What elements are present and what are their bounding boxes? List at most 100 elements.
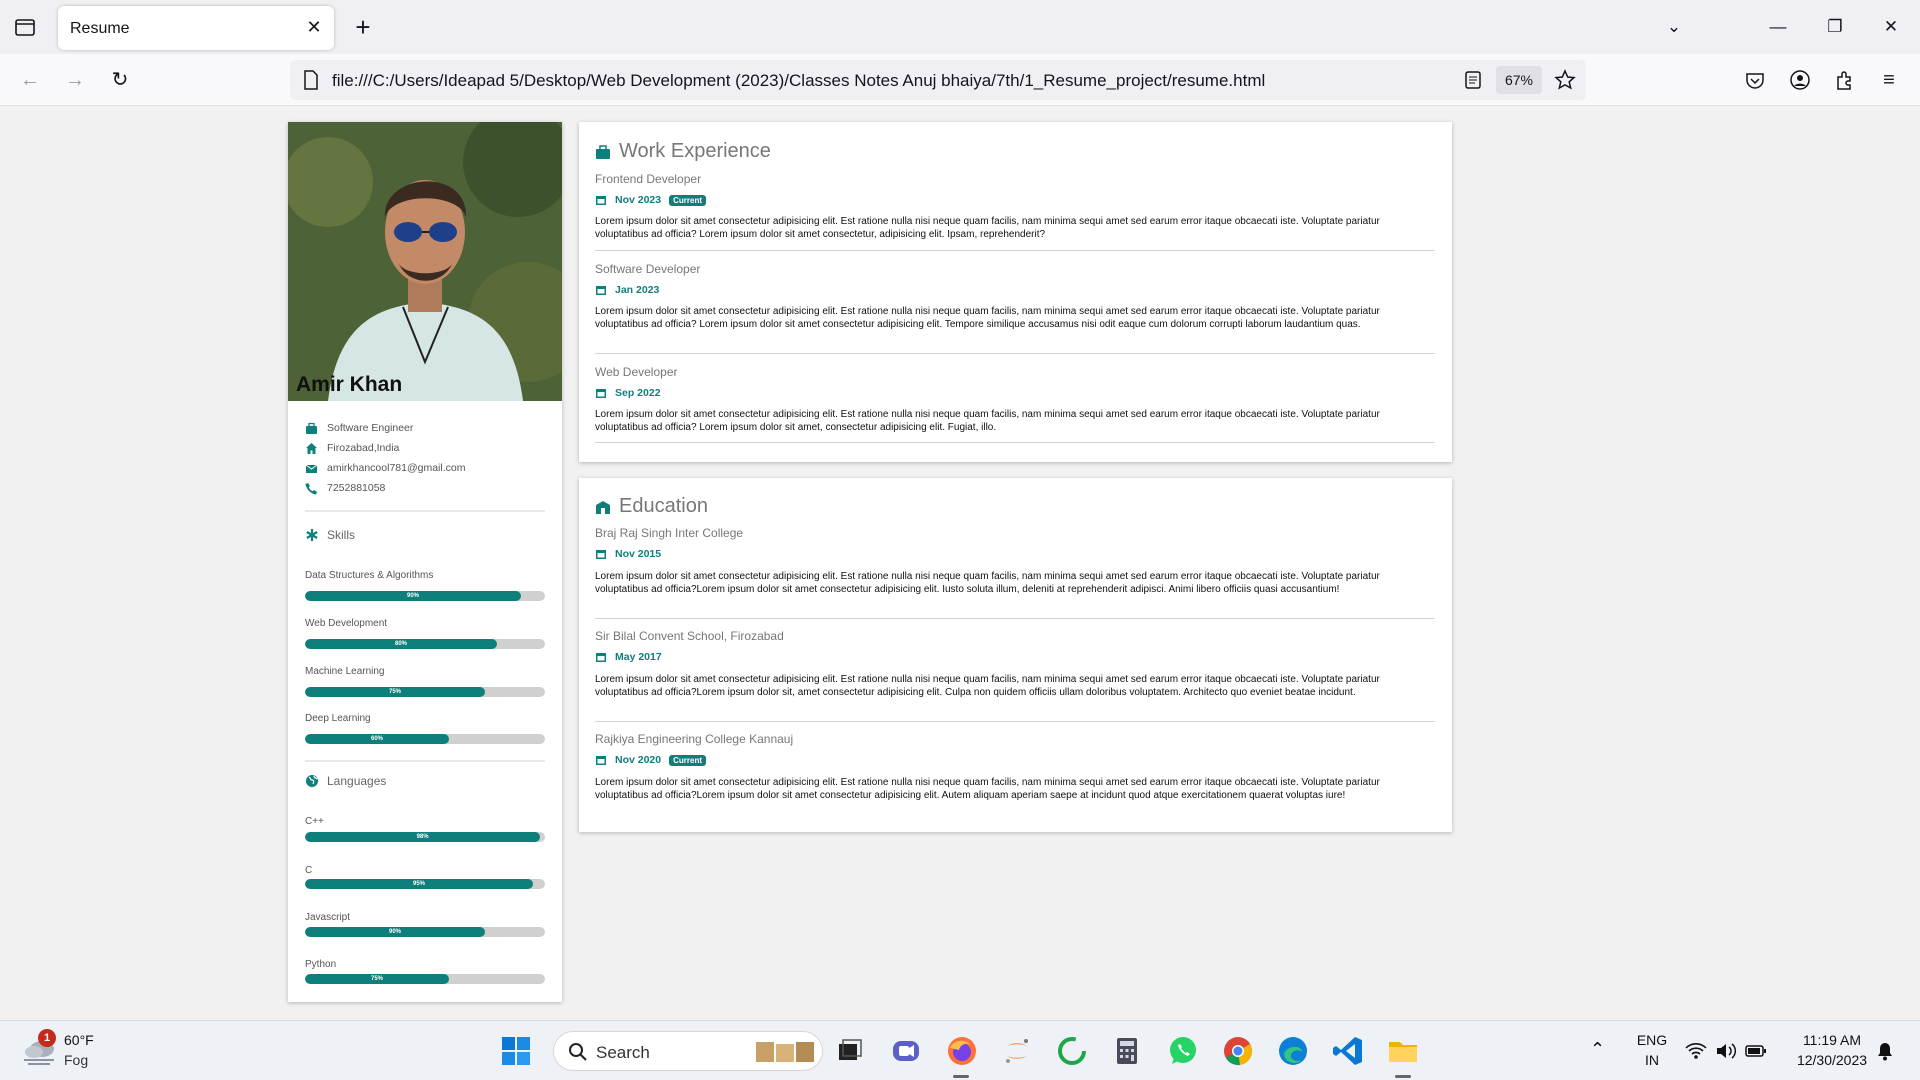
skill-bar-fill: 75% [305,687,485,697]
calendar-icon [596,389,606,398]
task-view-icon[interactable] [833,1034,867,1068]
info-location: Firozabad,India [305,440,399,456]
education-entry-date-text: Nov 2015 [615,548,662,560]
jupyter-icon[interactable] [1000,1034,1034,1068]
teams-chat-icon[interactable] [889,1034,923,1068]
forward-icon[interactable]: → [62,67,88,93]
extensions-icon[interactable] [1834,69,1856,91]
input-region[interactable]: IN [1632,1052,1672,1068]
languages-heading: Languages [305,774,386,788]
work-heading-text: Work Experience [619,140,771,162]
info-phone-text[interactable]: 7252881058 [327,482,385,494]
menu-icon[interactable]: ≡ [1876,67,1902,93]
calendar-icon [596,653,606,662]
calendar-icon [596,550,606,559]
url-text[interactable]: file:///C:/Users/Ideapad 5/Desktop/Web D… [332,71,1265,91]
education-entry-title: Sir Bilal Convent School, Firozabad [595,629,784,643]
refresh-app-icon[interactable] [1055,1034,1089,1068]
info-email-text[interactable]: amirkhancool781@gmail.com [327,462,465,474]
language-bar-fill: 90% [305,927,485,937]
page-icon [304,70,318,90]
close-window-icon[interactable]: ✕ [1878,14,1904,40]
work-entry-title: Frontend Developer [595,172,702,186]
language-label: Javascript [305,912,351,923]
reload-icon[interactable]: ↻ [107,67,133,93]
home-icon [306,442,317,454]
chevron-down-icon[interactable]: ⌄ [1661,14,1687,40]
work-entry-description: Lorem ipsum dolor sit amet consectetur a… [595,409,1380,433]
restore-icon[interactable]: ❐ [1822,14,1848,40]
minimize-icon[interactable]: — [1765,14,1791,40]
info-location-text: Firozabad,India [327,442,400,454]
work-entry-description: Lorem ipsum dolor sit amet consectetur a… [595,216,1380,240]
education-entry-description: Lorem ipsum dolor sit amet consectetur a… [595,674,1380,698]
search-icon [569,1043,587,1061]
current-badge: Current [669,754,707,766]
windows-start-icon[interactable] [499,1034,533,1068]
search-highlight-icon [756,1042,814,1062]
battery-icon[interactable] [1745,1043,1767,1059]
active-app-indicator [1395,1075,1411,1078]
work-entry-description: Lorem ipsum dolor sit amet consectetur a… [595,306,1380,330]
profile-photo: Amir Khan [288,122,562,401]
clock-date[interactable]: 12/30/2023 [1782,1052,1882,1068]
notification-bell-icon[interactable] [1876,1041,1894,1061]
calendar-icon [596,756,606,765]
briefcase-icon [306,422,317,434]
weather-condition[interactable]: Fog [64,1052,88,1068]
skill-label: Machine Learning [305,666,385,677]
back-icon[interactable]: ← [17,67,43,93]
new-tab-icon[interactable]: + [350,12,376,42]
work-entry-date-text: Sep 2022 [615,387,661,399]
input-language[interactable]: ENG [1632,1032,1672,1048]
language-bar-fill: 95% [305,879,533,889]
education-entry-date: Nov 2015 [595,547,661,561]
active-tab[interactable]: Resume ✕ [58,6,334,50]
show-hidden-icons-icon[interactable]: ⌃ [1590,1039,1605,1060]
briefcase-icon [596,144,610,159]
skill-bar: 60% [305,734,545,744]
work-entry-date-text: Jan 2023 [615,284,660,296]
tab-list-icon[interactable] [12,14,38,40]
entry-divider [595,353,1435,354]
volume-icon[interactable] [1715,1041,1737,1061]
chrome-icon[interactable] [1221,1034,1255,1068]
zoom-level[interactable]: 67% [1496,66,1542,94]
wifi-icon[interactable] [1685,1041,1707,1061]
calculator-icon[interactable] [1110,1034,1144,1068]
firefox-icon[interactable] [945,1034,979,1068]
skills-heading: Skills [305,528,355,542]
skill-bar: 75% [305,687,545,697]
skill-label: Data Structures & Algorithms [305,570,434,581]
language-label: C [305,865,313,876]
skill-bar-fill: 60% [305,734,449,744]
taskbar-search[interactable]: Search [553,1031,823,1071]
work-experience-card: Work Experience Frontend Developer Nov 2… [579,122,1452,462]
pocket-icon[interactable] [1744,69,1766,91]
info-email: amirkhancool781@gmail.com [305,460,465,476]
edge-icon[interactable] [1276,1034,1310,1068]
account-icon[interactable] [1789,69,1811,91]
language-bar: 98% [305,832,545,842]
whatsapp-icon[interactable] [1166,1034,1200,1068]
tab-title: Resume [70,20,130,37]
skill-label: Web Development [305,618,388,629]
email-icon [305,464,318,473]
education-heading-text: Education [619,495,708,517]
reader-view-icon[interactable] [1462,69,1484,91]
skill-bar: 90% [305,591,545,601]
bookmark-star-icon[interactable] [1554,69,1576,91]
language-bar-fill: 75% [305,974,449,984]
clock-time[interactable]: 11:19 AM [1782,1032,1882,1048]
language-label: C++ [305,816,324,827]
close-tab-icon[interactable]: ✕ [304,17,324,37]
vscode-icon[interactable] [1331,1034,1365,1068]
address-bar[interactable]: file:///C:/Users/Ideapad 5/Desktop/Web D… [290,60,1586,100]
entry-divider [595,442,1435,443]
active-app-indicator [953,1075,969,1078]
work-entry-date-text: Nov 2023 [615,194,662,206]
weather-temperature[interactable]: 60°F [64,1032,94,1048]
language-bar: 95% [305,879,545,889]
education-card: Education Braj Raj Singh Inter College N… [579,478,1452,832]
file-explorer-icon[interactable] [1386,1034,1420,1068]
